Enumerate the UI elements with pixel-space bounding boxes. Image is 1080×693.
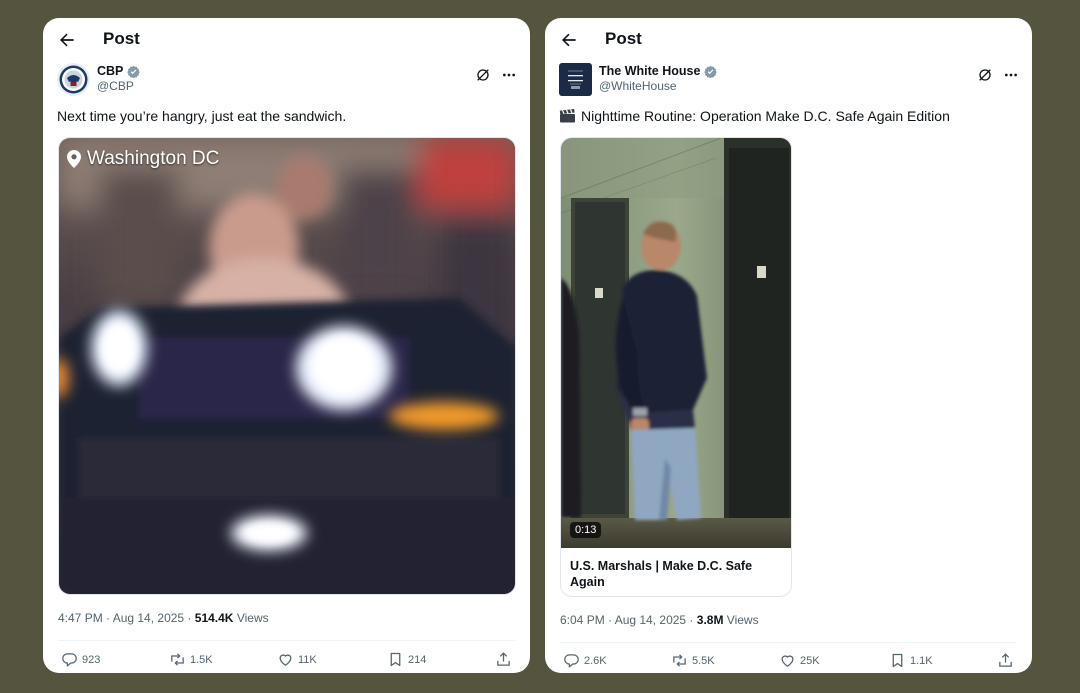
repost-icon	[171, 653, 184, 666]
grok-icon[interactable]	[977, 67, 993, 83]
author-row: CBP @CBP	[57, 63, 517, 97]
views-label: Views	[236, 611, 269, 625]
handle[interactable]: @CBP	[97, 79, 140, 93]
cbp-seal-icon	[57, 63, 90, 96]
verified-badge-icon	[704, 65, 718, 78]
timestamp[interactable]: 4:47 PM · Aug 14, 2025 ·	[58, 611, 195, 625]
share-button[interactable]	[997, 652, 1014, 669]
author-names: CBP @CBP	[97, 64, 141, 93]
hallway-arrest-scene	[561, 138, 791, 548]
display-name-line: The White House	[599, 64, 718, 78]
post-video[interactable]: 0:13	[561, 138, 791, 548]
video-card[interactable]: 0:13 U.S. Marshals | Make D.C. Safe Agai…	[560, 137, 792, 597]
bookmark-count: 1.1K	[910, 654, 933, 667]
heart-icon	[781, 655, 794, 667]
page-title: Post	[103, 29, 140, 48]
share-icon	[999, 653, 1012, 667]
location-label: Washington DC	[87, 148, 220, 169]
repost-count: 1.5K	[190, 653, 213, 666]
post-text-content: Nighttime Routine: Operation Make D.C. S…	[581, 108, 950, 124]
video-duration-badge: 0:13	[570, 522, 602, 538]
author-names: The White House @WhiteHouse	[599, 64, 718, 93]
timestamp[interactable]: 6:04 PM · Aug 14, 2025 ·	[560, 613, 697, 627]
reply-icon	[564, 654, 579, 668]
views-count: 3.8M	[696, 613, 724, 627]
repost-icon	[673, 654, 686, 667]
action-bar: 2.6K 5.5K 25K 1.1K	[545, 652, 1032, 672]
post-card-whitehouse: Post The White House @WhiteHouse Nightti…	[545, 18, 1032, 673]
share-icon	[497, 652, 510, 666]
more-options-icon[interactable]	[501, 67, 517, 83]
post-text: Next time you’re hangry, just eat the sa…	[57, 108, 346, 124]
page-title: Post	[605, 29, 642, 48]
verified-badge-icon	[127, 65, 141, 78]
film-clapper-icon	[559, 109, 575, 123]
back-arrow-icon[interactable]	[57, 30, 77, 50]
post-header: Post	[43, 18, 530, 62]
reply-count: 923	[82, 653, 101, 666]
blurred-car-at-night	[59, 138, 515, 594]
like-button[interactable]: 25K	[779, 652, 820, 669]
views-count: 514.4K	[194, 611, 234, 625]
bookmark-button[interactable]: 214	[387, 651, 426, 668]
grok-icon[interactable]	[475, 67, 491, 83]
avatar[interactable]	[559, 63, 592, 96]
divider	[58, 640, 515, 641]
reply-count: 2.6K	[584, 654, 607, 667]
repost-count: 5.5K	[692, 654, 715, 667]
like-count: 11K	[298, 653, 317, 666]
avatar[interactable]	[57, 63, 90, 96]
post-meta: 4:47 PM · Aug 14, 2025 · 514.4K Views	[58, 611, 269, 625]
display-name[interactable]: CBP	[97, 64, 123, 78]
action-bar: 923 1.5K 11K 214	[43, 651, 530, 671]
divider	[560, 642, 1017, 643]
bookmark-count: 214	[408, 653, 427, 666]
repost-button[interactable]: 1.5K	[169, 651, 213, 668]
video-card-title[interactable]: U.S. Marshals | Make D.C. Safe Again	[570, 558, 780, 590]
post-meta: 6:04 PM · Aug 14, 2025 · 3.8M Views	[560, 613, 759, 627]
author-row: The White House @WhiteHouse	[559, 63, 1019, 97]
display-name-line: CBP	[97, 64, 141, 78]
share-button[interactable]	[495, 651, 512, 668]
reply-button[interactable]: 2.6K	[563, 652, 607, 669]
bookmark-button[interactable]: 1.1K	[889, 652, 933, 669]
bookmark-icon	[892, 653, 903, 668]
more-options-icon[interactable]	[1003, 67, 1019, 83]
repost-button[interactable]: 5.5K	[671, 652, 715, 669]
post-header: Post	[545, 18, 1032, 62]
post-card-cbp: Post CBP @CBP Next time you’re hangry, j…	[43, 18, 530, 673]
white-house-logo-icon	[559, 63, 592, 96]
like-count: 25K	[800, 654, 820, 667]
back-arrow-icon[interactable]	[559, 30, 579, 50]
views-label: Views	[726, 613, 759, 627]
reply-button[interactable]: 923	[61, 651, 100, 668]
reply-icon	[62, 653, 77, 667]
location-tag: Washington DC	[67, 148, 219, 170]
post-video[interactable]: Washington DC	[58, 137, 516, 595]
display-name[interactable]: The White House	[599, 64, 700, 78]
post-text-content: Next time you’re hangry, just eat the sa…	[57, 108, 347, 124]
handle[interactable]: @WhiteHouse	[599, 79, 717, 93]
heart-icon	[279, 654, 292, 666]
location-pin-icon	[67, 150, 81, 168]
post-text: Nighttime Routine: Operation Make D.C. S…	[559, 108, 950, 124]
bookmark-icon	[390, 652, 401, 667]
like-button[interactable]: 11K	[277, 651, 317, 668]
